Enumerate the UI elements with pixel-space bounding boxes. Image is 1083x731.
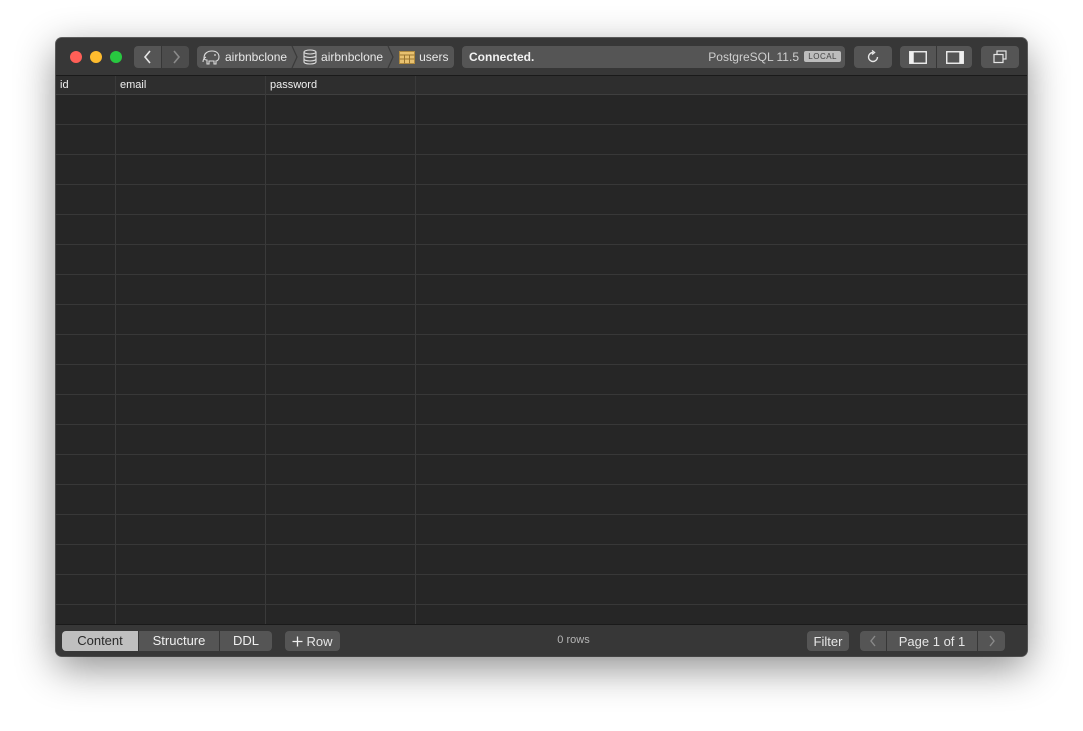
column-header-id[interactable]: id [56,76,116,94]
next-page-button[interactable] [978,631,1005,651]
empty-row [56,365,1027,395]
sidebar-right-icon [945,50,964,64]
table-header: id email password [56,76,1027,95]
window-icon [993,50,1007,64]
forward-button[interactable] [162,46,189,68]
tab-content[interactable]: Content [62,631,138,651]
empty-row [56,305,1027,335]
tab-structure[interactable]: Structure [139,631,219,651]
empty-row [56,95,1027,125]
breadcrumb-table[interactable]: users [395,46,452,68]
refresh-icon [867,50,879,63]
empty-row [56,245,1027,275]
sidebar-left-icon [909,50,927,64]
empty-row [56,575,1027,605]
server-version: PostgreSQL 11.5 [708,50,799,64]
previous-page-button[interactable] [860,631,886,651]
zoom-window-button[interactable] [110,51,122,63]
refresh-button[interactable] [854,46,892,68]
breadcrumb-server[interactable]: airbnbclone [197,46,291,68]
empty-rows [56,95,1027,635]
connection-status: Connected. [469,50,535,64]
breadcrumb-database[interactable]: airbnbclone [299,46,387,68]
empty-row [56,425,1027,455]
empty-row [56,335,1027,365]
empty-row [56,455,1027,485]
breadcrumb-database-label: airbnbclone [321,50,384,64]
empty-row [56,515,1027,545]
breadcrumb-separator-icon [291,46,298,68]
elephant-icon [202,50,220,65]
table-icon [399,50,416,64]
breadcrumb-table-label: users [419,50,449,64]
data-grid[interactable]: id email password [56,76,1027,635]
empty-row [56,395,1027,425]
tab-ddl[interactable]: DDL [220,631,272,651]
breadcrumb-server-label: airbnbclone [225,50,288,64]
chevron-left-icon [870,635,876,647]
back-button[interactable] [134,46,161,68]
chevron-left-icon [143,50,151,64]
row-count: 0 rows [557,634,590,646]
bottom-bar: Content Structure DDL Row 0 rows Filter … [56,624,1027,656]
breadcrumb: airbnbclone airbnbclone users [197,46,454,68]
column-header-password[interactable]: password [266,76,416,94]
empty-row [56,275,1027,305]
filter-button[interactable]: Filter [807,631,849,651]
empty-row [56,185,1027,215]
empty-row [56,155,1027,185]
add-row-label: Row [306,633,333,649]
local-badge: LOCAL [804,51,841,62]
page-indicator: Page 1 of 1 [887,631,977,651]
toggle-left-panel-button[interactable] [900,46,936,68]
toggle-right-panel-button[interactable] [937,46,972,68]
chevron-right-icon [172,50,180,64]
titlebar: airbnbclone airbnbclone users Connected.… [56,38,1027,76]
empty-row [56,545,1027,575]
minimize-window-button[interactable] [90,51,102,63]
app-window: airbnbclone airbnbclone users Connected.… [56,38,1027,656]
add-row-button[interactable]: Row [285,631,340,651]
column-header-email[interactable]: email [116,76,266,94]
breadcrumb-separator-icon [387,46,394,68]
plus-icon [292,636,303,646]
empty-row [56,485,1027,515]
empty-row [56,125,1027,155]
connection-status-bar: Connected. PostgreSQL 11.5 LOCAL [462,46,845,68]
chevron-right-icon [988,635,995,647]
new-window-button[interactable] [981,46,1019,68]
close-window-button[interactable] [70,51,82,63]
empty-row [56,215,1027,245]
database-icon [303,49,317,65]
